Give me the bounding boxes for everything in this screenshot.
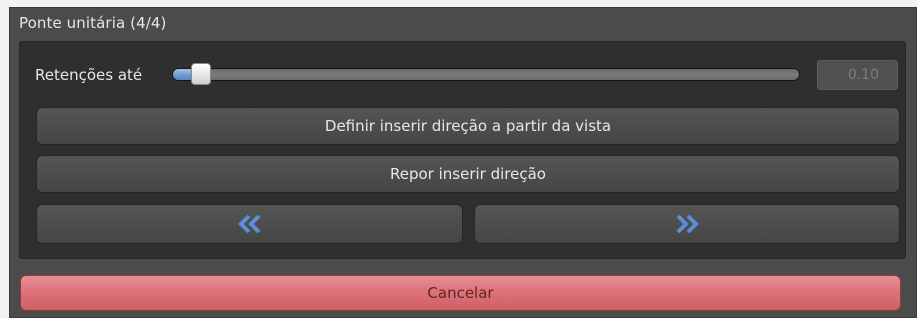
reset-direction-button[interactable]: Repor inserir direção — [36, 155, 900, 193]
retention-value-field[interactable]: 0.10 — [817, 60, 898, 90]
panel-title: Ponte unitária (4/4) — [19, 14, 167, 32]
retention-slider-handle[interactable] — [191, 63, 212, 85]
retention-slider[interactable] — [172, 68, 800, 81]
cancel-button[interactable]: Cancelar — [20, 275, 901, 311]
double-chevron-left-icon — [237, 214, 260, 234]
double-chevron-right-icon — [676, 214, 699, 234]
define-direction-button[interactable]: Definir inserir direção a partir da vist… — [36, 107, 900, 145]
previous-button[interactable] — [36, 204, 463, 244]
retention-label: Retenções até — [35, 66, 143, 84]
next-button[interactable] — [474, 204, 900, 244]
